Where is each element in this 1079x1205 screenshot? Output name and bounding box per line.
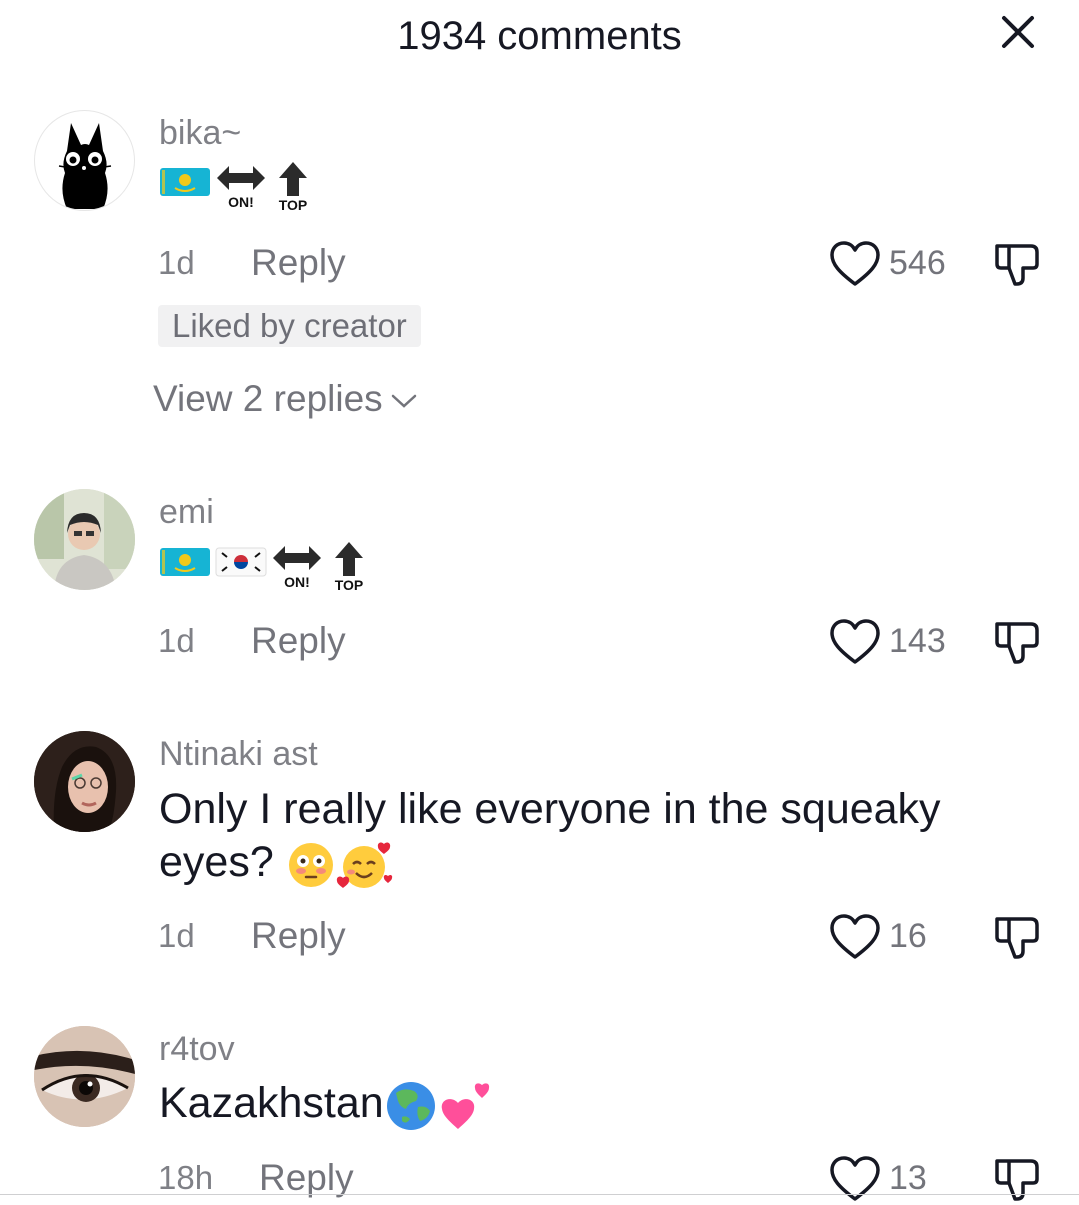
globe-asia-icon [386,1081,435,1130]
avatar[interactable] [34,1026,135,1127]
like-count: 13 [889,1159,927,1197]
comment-actions: 18h Reply 13 [0,1156,1079,1203]
heart-outline-icon[interactable] [829,1155,881,1203]
comment-text-content: Kazakhstan [159,1079,384,1127]
comment-item: r4tov Kazakhstan 18h Reply 13 [0,0,1079,1205]
thumbs-down-icon[interactable] [993,1155,1041,1203]
two-hearts-icon [441,1082,489,1129]
comment-text: Kazakhstan [159,1077,1039,1133]
bottom-divider [0,1194,1079,1195]
reply-button[interactable]: Reply [259,1157,354,1199]
comment-time: 18h [158,1159,214,1196]
username[interactable]: r4tov [159,1030,235,1069]
